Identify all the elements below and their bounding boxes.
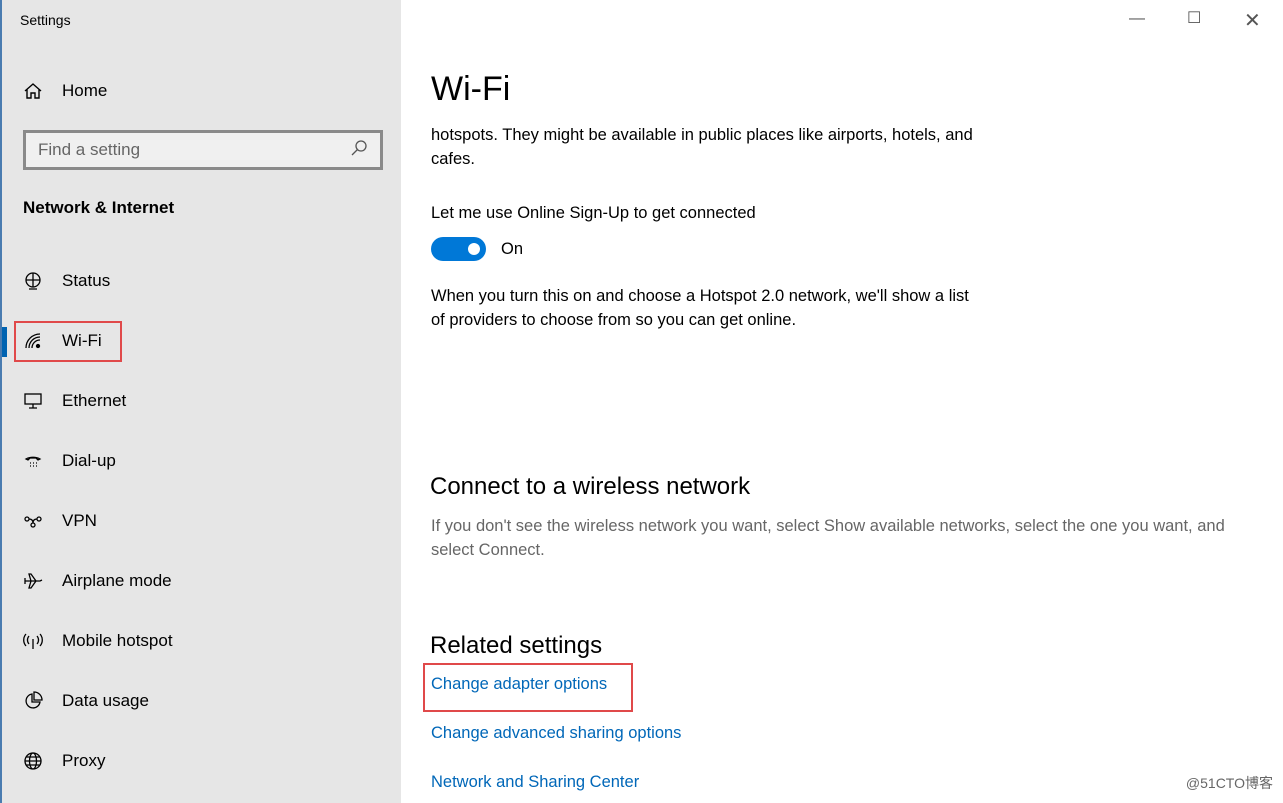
sidebar-item-status[interactable]: Status xyxy=(2,251,401,311)
intro-text: hotspots. They might be available in pub… xyxy=(431,126,973,168)
signup-toggle[interactable] xyxy=(431,237,486,261)
home-label: Home xyxy=(62,81,108,100)
advanced-sharing-link[interactable]: Change advanced sharing options xyxy=(431,724,681,743)
ethernet-icon xyxy=(22,390,44,412)
search-icon[interactable] xyxy=(350,139,368,162)
maximize-button[interactable]: ☐ xyxy=(1187,8,1201,28)
sidebar-item-label: Mobile hotspot xyxy=(62,631,173,650)
signup-description: When you turn this on and choose a Hotsp… xyxy=(431,287,969,329)
connect-heading: Connect to a wireless network xyxy=(430,473,751,500)
signup-label: Let me use Online Sign-Up to get connect… xyxy=(431,204,756,222)
connect-description: If you don't see the wireless network yo… xyxy=(431,517,1225,559)
adapter-highlight-box xyxy=(423,663,633,712)
sidebar-item-airplane[interactable]: Airplane mode xyxy=(2,551,401,611)
sidebar-item-proxy[interactable]: Proxy xyxy=(2,731,401,791)
hotspot-icon xyxy=(22,630,44,652)
search-input[interactable] xyxy=(38,140,328,160)
wifi-highlight-box xyxy=(14,321,122,362)
phone-icon xyxy=(22,450,44,472)
close-button[interactable]: ✕ xyxy=(1244,8,1261,33)
sidebar-item-label: Dial-up xyxy=(62,451,116,470)
sidebar-item-vpn[interactable]: VPN xyxy=(2,491,401,551)
app-title: Settings xyxy=(20,12,71,28)
home-icon xyxy=(22,80,44,102)
search-box[interactable] xyxy=(23,130,383,170)
section-title: Network & Internet xyxy=(23,198,175,217)
sidebar-item-label: Data usage xyxy=(62,691,149,710)
globe-monitor-icon xyxy=(22,270,44,292)
sidebar-item-label: Airplane mode xyxy=(62,571,172,590)
sidebar-item-ethernet[interactable]: Ethernet xyxy=(2,371,401,431)
vpn-icon xyxy=(22,510,44,532)
sidebar-item-hotspot[interactable]: Mobile hotspot xyxy=(2,611,401,671)
sidebar-home[interactable]: Home xyxy=(22,80,107,102)
related-settings-heading: Related settings xyxy=(430,632,603,659)
airplane-icon xyxy=(22,570,44,592)
network-sharing-center-link[interactable]: Network and Sharing Center xyxy=(431,773,639,792)
sidebar: Settings Home Network & Internet Status … xyxy=(0,0,401,803)
sidebar-item-label: Proxy xyxy=(62,751,106,770)
sidebar-item-data-usage[interactable]: Data usage xyxy=(2,671,401,731)
sidebar-item-label: Status xyxy=(62,271,111,290)
minimize-button[interactable]: — xyxy=(1129,10,1145,28)
content-pane: — ☐ ✕ Wi-Fi hotspots. They might be avai… xyxy=(401,0,1283,803)
toggle-state: On xyxy=(501,240,524,258)
sidebar-item-label: Ethernet xyxy=(62,391,127,410)
watermark: @51CTO博客 xyxy=(1185,775,1273,791)
sidebar-item-dialup[interactable]: Dial-up xyxy=(2,431,401,491)
globe-icon xyxy=(22,750,44,772)
page-title: Wi-Fi xyxy=(431,70,511,108)
pie-icon xyxy=(22,690,44,712)
sidebar-item-label: VPN xyxy=(62,511,97,530)
